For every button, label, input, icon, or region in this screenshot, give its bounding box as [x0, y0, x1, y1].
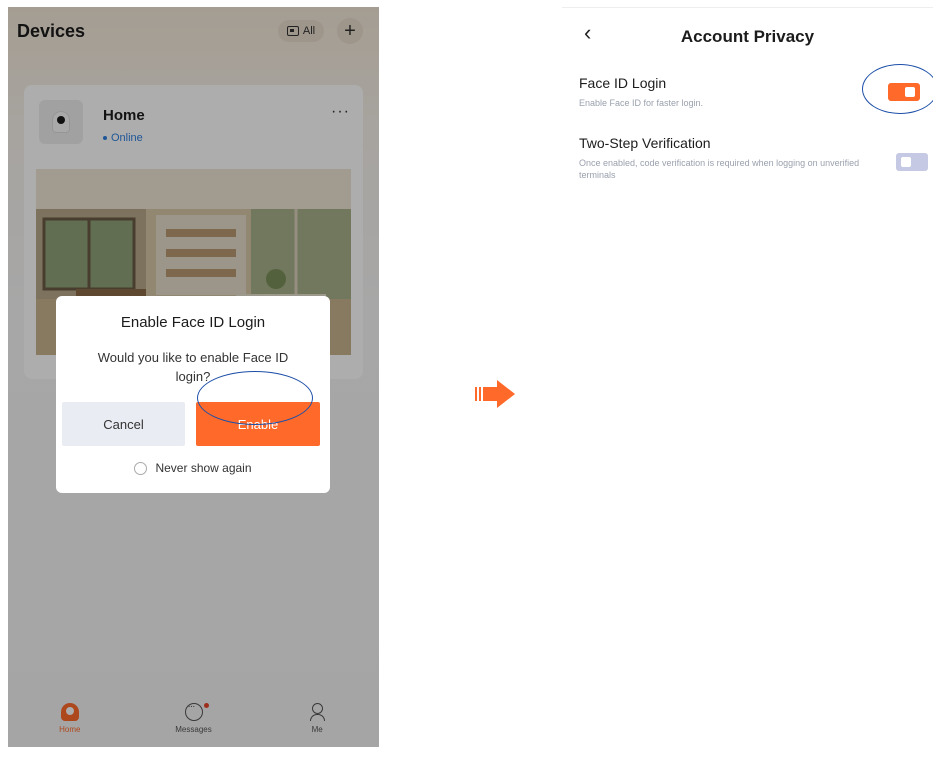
two-step-verification-description: Once enabled, code verification is requi… [579, 158, 860, 180]
radio-icon[interactable] [134, 461, 148, 475]
dialog-message: Would you like to enable Face ID login? [97, 350, 289, 384]
toggle-knob [901, 157, 911, 167]
two-step-verification-title: Two-Step Verification [579, 135, 711, 151]
devices-screen: Devices All + Home Online ··· Home ··· M… [8, 7, 379, 747]
face-id-login-description: Enable Face ID for faster login. [579, 98, 704, 108]
cancel-button[interactable]: Cancel [62, 402, 185, 446]
enable-button[interactable]: Enable [196, 402, 320, 446]
account-privacy-screen: ‹ Account Privacy Face ID Login Enable F… [562, 7, 933, 747]
never-show-again-label: Never show again [155, 461, 252, 475]
arrow-right-icon [475, 380, 515, 408]
two-step-verification-toggle[interactable] [896, 153, 928, 171]
face-id-login-title: Face ID Login [579, 75, 667, 91]
dialog-title: Enable Face ID Login [120, 314, 266, 331]
toggle-knob [905, 87, 915, 97]
face-id-dialog: Enable Face ID Login Would you like to e… [56, 296, 330, 493]
never-show-again-option[interactable]: Never show again [56, 461, 330, 475]
page-title: Account Privacy [680, 27, 815, 46]
face-id-login-toggle[interactable] [888, 83, 920, 101]
